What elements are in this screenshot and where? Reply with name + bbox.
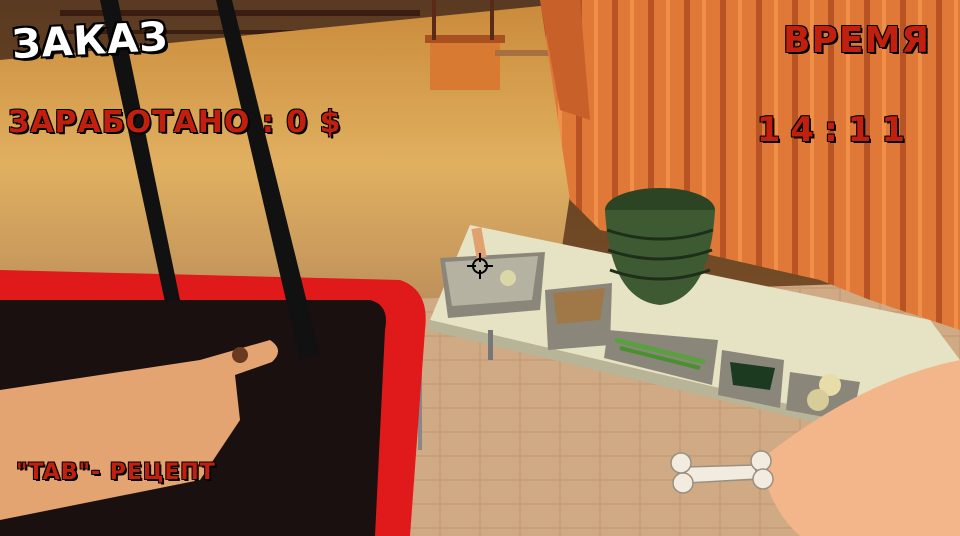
order-label: ЗАКАЗ bbox=[10, 13, 170, 69]
time-label: ВРЕМЯ bbox=[783, 20, 930, 61]
recipe-hint: "TAB"- РЕЦЕПТ bbox=[16, 460, 216, 485]
crosshair-icon bbox=[467, 253, 493, 279]
container-noodles bbox=[545, 283, 612, 350]
earned-counter: ЗАРАБОТАНО : 0 $ bbox=[8, 105, 342, 140]
game-viewport[interactable]: ЗАКАЗ ЗАРАБОТАНО : 0 $ ВРЕМЯ 14:11 "TAB"… bbox=[0, 0, 960, 536]
bone-icon bbox=[670, 450, 774, 494]
time-value: 14:11 bbox=[756, 110, 915, 150]
